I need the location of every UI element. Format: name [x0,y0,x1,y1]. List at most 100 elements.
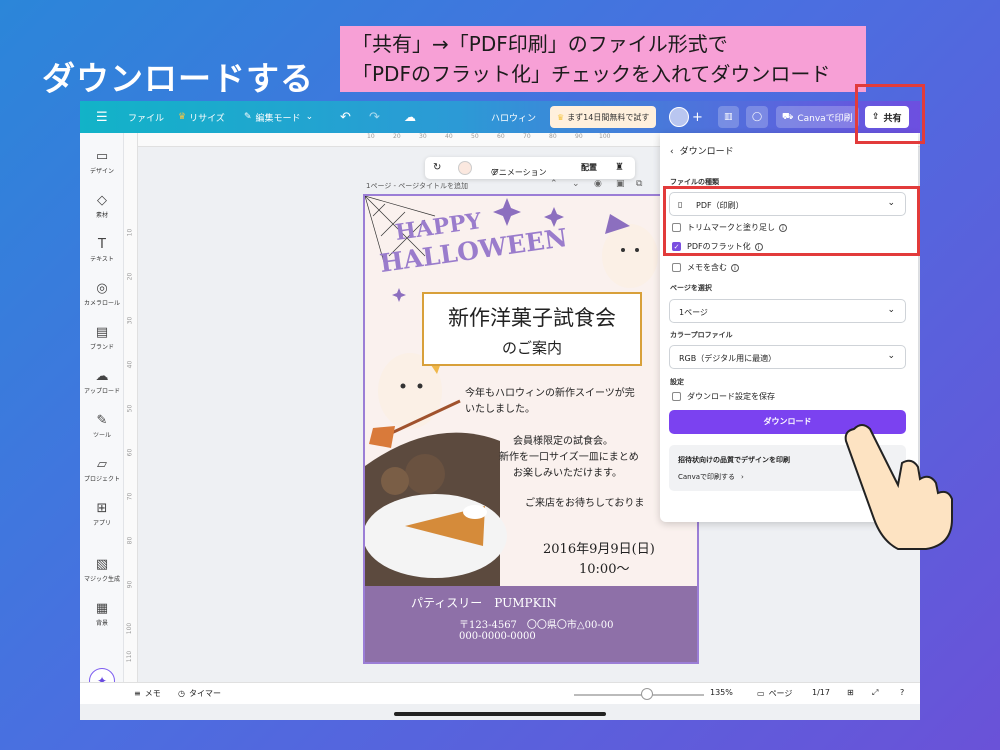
notes-button[interactable]: ≡ メモ [134,688,161,699]
color-swatch[interactable] [458,161,472,175]
color-profile-value: RGB（デジタル用に最適） [679,354,777,363]
sidebar-item-text[interactable]: T テキスト [80,237,124,263]
sidebar-item-label: デザイン [89,168,114,175]
flyer-body-line: いたしました。 [465,404,535,415]
sidebar-item-apps[interactable]: ⊞ アプリ [80,501,124,527]
timer-button[interactable]: ◷ タイマー [178,688,221,699]
ruler-tick: 10 [126,228,134,237]
fullscreen-icon[interactable]: ⤢ [872,688,878,698]
document-title[interactable]: ハロウィン [491,101,536,133]
analytics-icon[interactable]: ▥ [718,106,739,128]
grid-view-icon[interactable]: ⊞ [847,688,854,697]
sidebar-item-label: 背景 [95,620,108,627]
paint-roller-icon[interactable]: ♜ [615,162,624,173]
flyer-title: 新作洋菓子試食会 [448,306,616,330]
arrange-button[interactable]: 配置 [581,162,597,173]
context-toolbar: ↻ ◎ アニメーション 配置 ♜ [425,157,635,179]
tools-icon: ✎ [96,413,108,428]
elements-icon: ◇ [97,193,107,208]
settings-label: 設定 [670,378,684,386]
sidebar-item-label: アプリ [92,520,111,527]
ruler-tick: 90 [575,133,583,140]
chevron-down-icon: ⌄ [305,112,314,122]
file-menu[interactable]: ファイル [128,101,164,133]
notes-label: メモ [144,689,161,698]
sidebar-item-design[interactable]: ▭ デザイン [80,149,124,175]
pages-select[interactable]: 1ページ ⌄ [669,299,906,323]
sidebar-item-tools[interactable]: ✎ ツール [80,413,124,439]
flyer-body-line: 今年もハロウィンの新作スイーツが完 [465,388,635,399]
flyer-shop-name: パティスリー PUMPKIN [411,596,557,610]
left-sidebar: ▭ デザイン ◇ 素材 T テキスト ◎ カメラロール ▤ ブランド ☁ アップロード ✎ ツ… [80,133,124,682]
ruler-tick: 90 [126,580,134,589]
slide-title: ダウンロードする [42,59,314,98]
brand-icon: ▤ [95,325,109,340]
redo-icon[interactable]: ↷ [369,101,380,133]
halloween-flyer-page[interactable]: HAPPY HALLOWEEN 新作洋菓子試食会 のご案内 今年もハロウィンの新… [363,194,699,664]
sidebar-item-magic-media[interactable]: ▧ マジック生成 [80,557,124,583]
pages-value: 1ページ [679,308,708,317]
include-notes-checkbox[interactable]: メモを含む i [672,262,739,273]
ruler-tick: 70 [523,133,531,140]
flyer-footer: パティスリー PUMPKIN 〒123-4567 〇〇県〇市△00-00 000… [365,586,697,662]
hamburger-icon[interactable]: ☰ [96,101,108,133]
resize-button[interactable]: ♛ リサイズ [178,101,225,133]
ruler-tick: 20 [126,272,134,281]
flyer-address: 〒123-4567 〇〇県〇市△00-00 [459,620,614,631]
sidebar-item-label: ツール [92,432,111,439]
checkbox-unchecked [672,392,681,401]
sidebar-item-brand[interactable]: ▤ ブランド [80,325,124,351]
visibility-icon[interactable]: ◉ [594,179,602,189]
ruler-tick: 30 [126,316,134,325]
print-card-link[interactable]: Canvaで印刷する › [678,472,744,482]
pages-button[interactable]: ▭ ページ [757,688,792,699]
print-card-link-label: Canvaで印刷する [678,473,736,481]
avatar[interactable] [669,107,689,127]
edit-mode-dropdown[interactable]: ✎ 編集モード ⌄ [244,101,313,133]
timer-icon: ◷ [178,689,185,698]
undo-icon[interactable]: ↶ [340,101,351,133]
zoom-level[interactable]: 135% [710,688,733,697]
sidebar-item-background[interactable]: ▦ 背景 [80,601,124,627]
info-icon[interactable]: i [731,264,739,272]
color-profile-select[interactable]: RGB（デジタル用に最適） ⌄ [669,345,906,369]
chevron-up-icon[interactable]: ⌃ [550,179,558,189]
sidebar-item-uploads[interactable]: ☁ アップロード [80,369,124,395]
callout-line-1: 「共有」→「PDF印刷」のファイル形式で [352,32,728,56]
duplicate-page-icon[interactable]: ⧉ [636,179,642,189]
flyer-time: 10:00〜 [579,562,630,577]
page-title-label[interactable]: 1ページ - ページタイトルを追加 [366,181,468,191]
pages-icon: ▭ [757,689,765,698]
lock-icon[interactable]: ▣ [616,179,625,189]
sidebar-item-camera-roll[interactable]: ◎ カメラロール [80,281,124,307]
ruler-tick: 80 [126,536,134,545]
folder-icon: ▱ [97,457,107,472]
truck-icon: ⛟ [782,111,794,122]
animation-label: アニメーション [491,168,547,177]
download-panel-title: ダウンロード [679,147,734,157]
print-with-canva-button[interactable]: ⛟ Canvaで印刷 [776,106,859,128]
add-collaborator-icon[interactable]: + [692,101,703,133]
zoom-slider[interactable] [574,694,704,696]
save-settings-checkbox[interactable]: ダウンロード設定を保存 [672,391,775,402]
ruler-tick: 50 [471,133,479,140]
sidebar-item-projects[interactable]: ▱ プロジェクト [80,457,124,483]
cloud-sync-icon[interactable]: ☁ [404,101,416,133]
highlight-share-button [855,84,925,144]
zoom-slider-handle[interactable] [640,688,653,700]
text-icon: T [98,237,106,252]
chevron-down-icon: ⌄ [887,305,895,315]
rotate-icon[interactable]: ↻ [433,162,441,173]
flyer-subtitle: のご案内 [501,339,562,357]
comment-icon[interactable]: ◯ [746,106,769,128]
chevron-down-icon[interactable]: ⌄ [572,179,580,189]
background-icon: ▦ [95,601,109,616]
help-icon[interactable]: ? [900,688,904,697]
back-button[interactable]: ‹ ダウンロード [670,144,734,157]
sidebar-item-label: カメラロール [83,300,120,307]
free-trial-button[interactable]: ♛ まず14日間無料で試す [550,106,657,128]
ruler-tick: 100 [126,622,134,635]
sidebar-item-elements[interactable]: ◇ 素材 [80,193,124,219]
sidebar-item-label: マジック生成 [83,576,120,583]
ruler-tick: 20 [393,133,401,140]
